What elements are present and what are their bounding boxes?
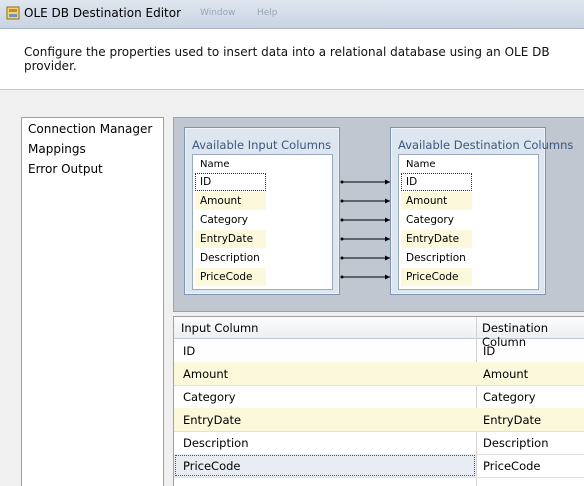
ghost-menu-window: Window: [200, 8, 236, 18]
mapping-arrow: [385, 198, 390, 204]
table-row[interactable]: Category Category: [174, 385, 584, 409]
input-cell[interactable]: ID: [174, 339, 476, 362]
destination-cell[interactable]: Description: [477, 431, 584, 454]
editor-description: Configure the properties used to insert …: [24, 45, 550, 73]
grid-header: Input Column Destination Column: [174, 317, 584, 349]
table-row[interactable]: Amount Amount: [174, 362, 584, 386]
destination-cell[interactable]: Category: [477, 385, 584, 408]
table-row[interactable]: EntryDate EntryDate: [174, 408, 584, 432]
mapping-diagram: Available Input Columns Name ID Amount C…: [173, 117, 584, 312]
mapping-arrow: [385, 255, 390, 261]
destination-cell[interactable]: EntryDate: [477, 408, 584, 431]
nav-item-connection-manager[interactable]: Connection Manager: [28, 122, 152, 136]
input-cell-text: Amount: [183, 367, 229, 381]
input-cell-text: EntryDate: [183, 413, 242, 427]
mapping-endpoint: [340, 180, 344, 184]
mapping-endpoint: [340, 237, 344, 241]
mapping-arrow: [385, 274, 390, 280]
nav-item-error-output[interactable]: Error Output: [28, 162, 103, 176]
destination-cell[interactable]: PriceCode: [477, 454, 584, 477]
input-cell-text: Description: [183, 436, 249, 450]
mapping-arrow: [385, 179, 390, 185]
destination-cell-text: EntryDate: [483, 413, 542, 427]
destination-cell-text: PriceCode: [483, 459, 541, 473]
page-navigation: Connection Manager Mappings Error Output: [21, 117, 164, 486]
column-header-input[interactable]: Input Column: [181, 321, 258, 335]
mapping-lines: [340, 179, 390, 280]
window-title: OLE DB Destination Editor: [24, 6, 182, 20]
mapping-endpoint: [340, 275, 344, 279]
mapping-arrow: [385, 217, 390, 223]
header-panel: Configure the properties used to insert …: [0, 29, 584, 90]
app-icon: [6, 6, 20, 20]
mapping-grid: Input Column Destination Column ID ID Am…: [173, 316, 584, 486]
mapping-endpoint: [340, 199, 344, 203]
input-cell-text: PriceCode: [183, 459, 241, 473]
mapping-endpoint: [340, 256, 344, 260]
table-row[interactable]: ID ID: [174, 339, 584, 363]
destination-cell-text: Description: [483, 436, 549, 450]
nav-item-mappings[interactable]: Mappings: [28, 142, 86, 156]
destination-cell-text: ID: [483, 344, 496, 358]
input-cell[interactable]: Category: [174, 385, 476, 408]
input-cell[interactable]: EntryDate: [174, 408, 476, 431]
input-cell-text: ID: [183, 344, 196, 358]
input-cell[interactable]: Description: [174, 431, 476, 454]
destination-cell[interactable]: Amount: [477, 362, 584, 385]
table-row-selected[interactable]: PriceCode PriceCode: [174, 454, 584, 478]
input-cell[interactable]: PriceCode: [174, 454, 476, 477]
input-cell-text: Category: [183, 390, 236, 404]
mapping-arrow: [385, 236, 390, 242]
table-row[interactable]: Description Description: [174, 431, 584, 455]
ghost-menu-help: Help: [257, 8, 278, 18]
title-bar: OLE DB Destination Editor Window Help: [0, 0, 584, 29]
mapping-endpoint: [340, 218, 344, 222]
destination-cell-text: Category: [483, 390, 536, 404]
destination-cell[interactable]: ID: [477, 339, 584, 362]
input-cell[interactable]: Amount: [174, 362, 476, 385]
destination-cell-text: Amount: [483, 367, 529, 381]
